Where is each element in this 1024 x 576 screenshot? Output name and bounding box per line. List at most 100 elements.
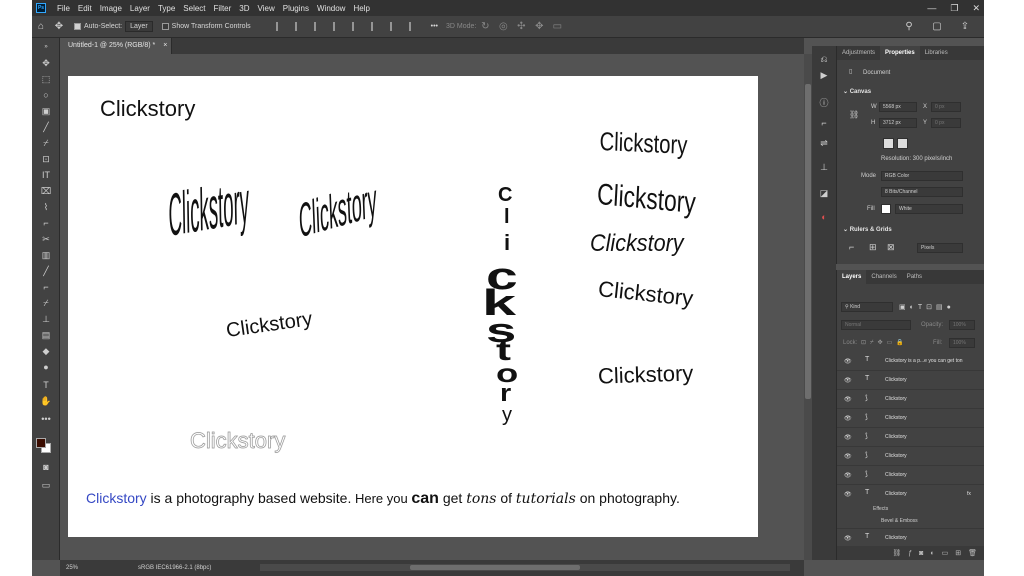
blur-tool[interactable]: ◆ <box>36 344 56 358</box>
align-middle-icon[interactable] <box>351 22 361 31</box>
eye-icon[interactable]: 👁 <box>844 453 852 460</box>
vertical-letter-y[interactable]: y <box>502 404 512 427</box>
canvas-warp-bulge-text[interactable]: Clickstory <box>168 170 250 252</box>
guides-icon[interactable]: ⊠ <box>887 242 895 253</box>
units-dropdown[interactable]: Pixels <box>917 243 963 253</box>
align-top-icon[interactable] <box>332 22 342 31</box>
menu-filter[interactable]: Filter <box>210 4 236 13</box>
link-icon[interactable]: ⛓ <box>849 110 859 119</box>
link-layers-icon[interactable]: ⛓ <box>892 549 901 557</box>
vertical-letter-l[interactable]: l <box>504 206 510 229</box>
marquee-tool[interactable]: ⬚ <box>36 72 56 86</box>
swatches-panel-icon[interactable]: ◪ <box>816 188 832 202</box>
eye-icon[interactable]: 👁 <box>844 535 852 542</box>
horizontal-scrollbar[interactable] <box>260 564 790 571</box>
crop-tool[interactable]: ⊡ <box>36 152 56 166</box>
workspace-icon[interactable]: ▢ <box>930 20 944 34</box>
tab-layers[interactable]: Layers <box>837 270 867 284</box>
fx-icon[interactable]: ƒ <box>908 550 912 557</box>
canvas-sentence[interactable]: Clickstory is a photography based websit… <box>86 490 680 508</box>
home-icon[interactable]: ⌂ <box>34 20 48 34</box>
eye-icon[interactable]: 👁 <box>844 434 852 441</box>
document-canvas[interactable]: Clickstory Clickstory Clickstory Clickst… <box>68 76 758 537</box>
y-field[interactable]: 0 px <box>931 118 961 128</box>
width-field[interactable]: 5568 px <box>879 102 917 112</box>
tab-paths[interactable]: Paths <box>902 270 927 284</box>
close-tab-icon[interactable]: × <box>163 42 167 49</box>
grid-icon[interactable]: ⊞ <box>869 242 877 253</box>
slice-tool[interactable]: ╱ <box>36 120 56 134</box>
fill-color-swatch[interactable] <box>881 204 891 214</box>
vertical-type-tool[interactable]: IT <box>36 168 56 182</box>
foreground-color-swatch[interactable] <box>36 438 46 448</box>
restore-button[interactable]: ❐ <box>950 3 958 14</box>
blend-mode-dropdown[interactable]: Normal <box>841 320 911 330</box>
mask-icon[interactable]: ◙ <box>919 550 923 557</box>
object-selection-tool[interactable]: ▣ <box>36 104 56 118</box>
menu-edit[interactable]: Edit <box>74 4 96 13</box>
eye-icon[interactable]: 👁 <box>844 415 852 422</box>
screen-mode-icon[interactable]: ▭ <box>36 478 56 492</box>
minimize-button[interactable]: — <box>927 3 936 13</box>
horizontal-scroll-thumb[interactable] <box>410 565 580 570</box>
healing-brush-tool[interactable]: ⌇ <box>36 200 56 214</box>
vertical-letter-c[interactable]: C <box>498 184 512 207</box>
menu-help[interactable]: Help <box>349 4 373 13</box>
ruler-icon[interactable]: ⌐ <box>849 242 854 252</box>
group-icon[interactable]: ▭ <box>942 549 949 557</box>
brush-settings-icon[interactable]: ⌐ <box>816 118 832 132</box>
menu-select[interactable]: Select <box>179 4 209 13</box>
menu-window[interactable]: Window <box>313 4 349 13</box>
color-profile[interactable]: sRGB IEC61966-2.1 (8bpc) <box>138 560 211 576</box>
filter-icons[interactable]: ▣◐T⊡▤● <box>899 303 955 311</box>
collapse-tools-icon[interactable]: » <box>36 40 56 54</box>
menu-layer[interactable]: Layer <box>126 4 154 13</box>
canvas-outline-text[interactable]: Clickstory <box>190 428 286 454</box>
layer-filter-dropdown[interactable]: ⚲ Kind <box>841 302 893 312</box>
stamp-tool[interactable]: ⊥ <box>36 312 56 326</box>
lock-icons[interactable]: ⊡⌿✥▭🔒 <box>861 339 908 347</box>
history-panel-icon[interactable]: ⎌ <box>816 54 832 68</box>
layer-row[interactable]: 👁 ⟆ Clickstory <box>837 409 984 428</box>
gradient-tool[interactable]: ▤ <box>36 328 56 342</box>
document-tab[interactable]: Untitled-1 @ 25% (RGB/8) * × <box>62 38 172 54</box>
bit-depth-dropdown[interactable]: 8 Bits/Channel <box>881 187 963 197</box>
vertical-scroll-thumb[interactable] <box>805 84 811 399</box>
menu-file[interactable]: File <box>53 4 74 13</box>
rulers-grids-header[interactable]: ⌄ Rulers & Grids <box>843 226 892 233</box>
landscape-orientation-icon[interactable] <box>897 138 908 149</box>
auto-select-dropdown[interactable]: Layer <box>125 21 153 32</box>
right-text-4[interactable]: Clickstory <box>597 276 694 312</box>
zoom-level[interactable]: 25% <box>66 560 78 576</box>
3d-roll-icon[interactable]: ◎ <box>496 20 510 34</box>
move-tool[interactable]: ✥ <box>36 56 56 70</box>
move-tool-icon[interactable]: ✥ <box>52 20 66 34</box>
eyedropper-tool[interactable]: ⌿ <box>36 136 56 150</box>
menu-3d[interactable]: 3D <box>235 4 253 13</box>
canvas-warp-flag-text[interactable]: Clickstory <box>298 174 378 250</box>
tab-properties[interactable]: Properties <box>880 46 920 60</box>
new-layer-icon[interactable]: ⊞ <box>955 549 961 557</box>
trash-icon[interactable]: 🗑 <box>968 549 977 557</box>
distribute-vertical-icon[interactable] <box>408 22 418 31</box>
layer-row[interactable]: 👁 T Clickstory <box>837 371 984 390</box>
right-text-3[interactable]: Clickstory <box>590 230 684 258</box>
height-field[interactable]: 3712 px <box>879 118 917 128</box>
brush-tool-2[interactable]: ⌐ <box>36 280 56 294</box>
fx-badge[interactable]: fx <box>967 491 971 497</box>
canvas-arc-text[interactable]: Clickstory <box>225 308 314 343</box>
brush-tool[interactable]: ⌐ <box>36 216 56 230</box>
layer-row[interactable]: 👁 ⟆ Clickstory <box>837 447 984 466</box>
vertical-letter-i[interactable]: i <box>504 230 510 256</box>
align-left-icon[interactable] <box>275 22 285 31</box>
align-bottom-icon[interactable] <box>370 22 380 31</box>
x-field[interactable]: 0 px <box>931 102 961 112</box>
portrait-orientation-icon[interactable] <box>883 138 894 149</box>
close-window-button[interactable]: ✕ <box>972 3 980 14</box>
layer-row[interactable]: 👁 ⟆ Clickstory <box>837 466 984 485</box>
show-transform-checkbox[interactable] <box>161 23 169 30</box>
right-text-1[interactable]: Clickstory <box>599 126 688 161</box>
search-icon[interactable]: ⚲ <box>902 20 916 34</box>
right-text-5[interactable]: Clickstory <box>598 360 694 389</box>
eye-icon[interactable]: 👁 <box>844 377 852 384</box>
